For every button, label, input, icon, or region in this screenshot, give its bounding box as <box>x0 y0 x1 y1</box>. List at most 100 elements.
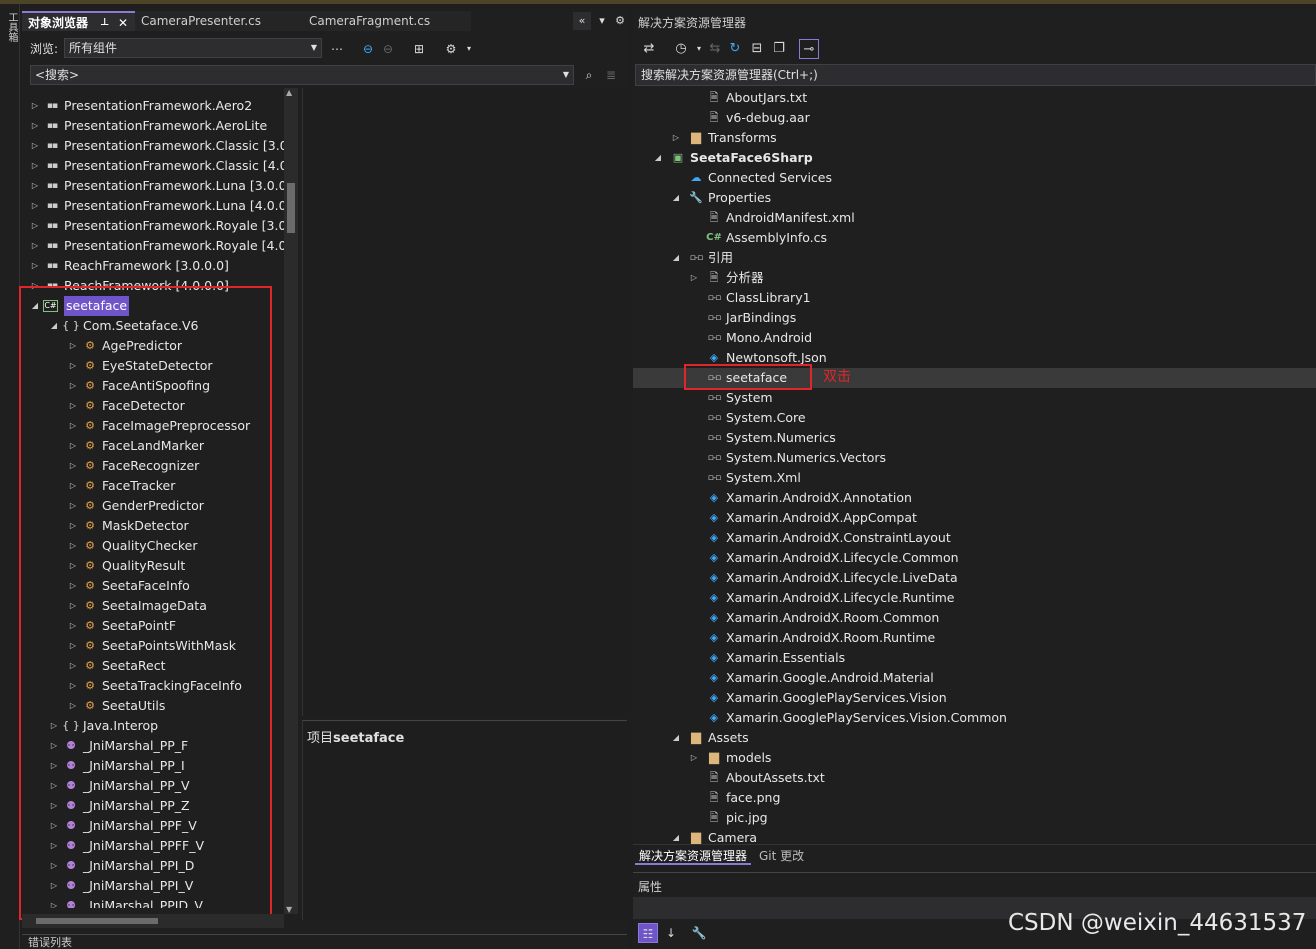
tab-camera-presenter[interactable]: CameraPresenter.cs <box>135 11 303 31</box>
scroll-thumb[interactable] <box>36 918 158 924</box>
solution-tree-item[interactable]: C# AssemblyInfo.cs <box>633 228 1316 248</box>
annotation-box <box>19 286 272 920</box>
expand-arrow-icon[interactable]: ▷ <box>30 156 40 176</box>
toolbox-strip[interactable]: 工具箱 <box>0 4 20 949</box>
expand-arrow-icon[interactable]: ▷ <box>30 196 40 216</box>
expand-arrow-icon[interactable]: ▷ <box>689 268 699 288</box>
solution-tree-item[interactable]: ▫-▫ System.Numerics <box>633 428 1316 448</box>
solution-tree-item[interactable]: 🗎 pic.jpg <box>633 808 1316 828</box>
browse-row: 浏览: 所有组件 ▼ ⋯ ⊖ ⊖ ⊞ ⚙ ▾ <box>22 36 627 60</box>
expand-arrow-icon[interactable]: ▷ <box>689 748 699 768</box>
show-all-files-icon[interactable]: ❐ <box>769 39 789 59</box>
browse-dropdown[interactable]: 所有组件 ▼ <box>64 38 322 58</box>
tree-horizontal-scrollbar[interactable] <box>22 914 284 928</box>
tree-vertical-scrollbar[interactable]: ▲ ▼ <box>284 88 298 914</box>
solution-tree-item[interactable]: ◈ Xamarin.AndroidX.Lifecycle.LiveData <box>633 568 1316 588</box>
refresh-icon[interactable]: ↻ <box>725 39 745 59</box>
property-pages-icon[interactable]: 🔧 <box>689 923 709 943</box>
solution-tree-item[interactable]: ▷ ▆ Transforms <box>633 128 1316 148</box>
solution-tree-item[interactable]: ▫-▫ System.Core <box>633 408 1316 428</box>
close-icon[interactable]: ✕ <box>118 13 128 33</box>
back-icon[interactable]: ⊖ <box>359 40 377 58</box>
expand-arrow-icon[interactable]: ▷ <box>30 116 40 136</box>
solution-tree-item[interactable]: ▫-▫ JarBindings <box>633 308 1316 328</box>
error-list-panel[interactable]: 错误列表 <box>22 934 627 949</box>
hierarchy-icon[interactable]: ⊞ <box>410 40 428 58</box>
solution-tree-item[interactable]: ◢ ▆ Assets <box>633 728 1316 748</box>
solution-tree-item[interactable]: ◈ Xamarin.AndroidX.ConstraintLayout <box>633 528 1316 548</box>
solution-tree-item[interactable]: ▷ ▆ models <box>633 748 1316 768</box>
tree-item-label: PresentationFramework.Classic [3.0.0.0] <box>64 138 284 153</box>
pin-icon[interactable]: ⊥ <box>100 13 109 33</box>
settings-icon[interactable]: ⚙ <box>442 40 460 58</box>
collapse-arrow-icon[interactable]: ◢ <box>653 148 663 168</box>
categorized-icon[interactable]: ☷ <box>638 923 658 943</box>
tab-overflow-icon[interactable]: « <box>573 12 591 30</box>
solution-tree-item[interactable]: 🗎 AboutAssets.txt <box>633 768 1316 788</box>
expand-arrow-icon[interactable]: ▷ <box>30 176 40 196</box>
switch-views-icon[interactable]: ⇄ <box>639 39 659 59</box>
solution-tree-item[interactable]: ◈ Xamarin.Essentials <box>633 648 1316 668</box>
chevron-down-icon[interactable]: ▾ <box>460 40 478 58</box>
solution-tree-item[interactable]: 🗎 AndroidManifest.xml <box>633 208 1316 228</box>
search-icon[interactable]: ⌕ <box>580 66 598 84</box>
assembly-icon: ▪▪ <box>46 101 58 111</box>
solution-tree-item[interactable]: ◈ Xamarin.AndroidX.AppCompat <box>633 508 1316 528</box>
solution-tree-item[interactable]: ◈ Xamarin.AndroidX.Room.Common <box>633 608 1316 628</box>
solution-tree-item[interactable]: ▫-▫ System.Numerics.Vectors <box>633 448 1316 468</box>
solution-tree-item[interactable]: ◈ Xamarin.Google.Android.Material <box>633 668 1316 688</box>
solution-tree-item[interactable]: ◈ Xamarin.GooglePlayServices.Vision.Commo… <box>633 708 1316 728</box>
collapse-arrow-icon[interactable]: ◢ <box>671 728 681 748</box>
clear-search-icon[interactable]: ≣ <box>602 66 620 84</box>
expand-arrow-icon[interactable]: ▷ <box>30 96 40 116</box>
collapse-all-icon[interactable]: ⊟ <box>747 39 767 59</box>
solution-tree-item[interactable]: ▫-▫ System.Xml <box>633 468 1316 488</box>
expand-arrow-icon[interactable]: ▷ <box>30 256 40 276</box>
tab-object-browser[interactable]: 对象浏览器 ⊥ ✕ <box>22 11 136 31</box>
expand-arrow-icon[interactable]: ▷ <box>30 216 40 236</box>
solution-tree-item[interactable]: ◈ Xamarin.AndroidX.Annotation <box>633 488 1316 508</box>
solution-tree-item[interactable]: ◈ Xamarin.AndroidX.Lifecycle.Common <box>633 548 1316 568</box>
object-search-input[interactable]: <搜索> ▼ <box>30 65 574 85</box>
solution-tree-item[interactable]: ▫-▫ Mono.Android <box>633 328 1316 348</box>
reference-icon: ▫-▫ <box>707 473 721 483</box>
scroll-thumb[interactable] <box>287 183 295 233</box>
solution-tree-item[interactable]: 🗎 face.png <box>633 788 1316 808</box>
solution-tree-item[interactable]: 🗎 v6-debug.aar <box>633 108 1316 128</box>
solution-tree-item-label: pic.jpg <box>726 810 768 825</box>
solution-tree-item[interactable]: ◈ Xamarin.AndroidX.Lifecycle.Runtime <box>633 588 1316 608</box>
sync-icon[interactable]: ⇆ <box>705 39 725 59</box>
expand-arrow-icon[interactable]: ▷ <box>30 236 40 256</box>
tab-camera-fragment[interactable]: CameraFragment.cs <box>303 11 471 31</box>
solution-tree-item[interactable]: ◈ Xamarin.AndroidX.Room.Runtime <box>633 628 1316 648</box>
tab-solution-explorer[interactable]: 解决方案资源管理器 <box>635 847 752 865</box>
expand-arrow-icon[interactable]: ▷ <box>671 128 681 148</box>
chevron-down-icon[interactable]: ▾ <box>593 12 611 30</box>
solution-tree-item[interactable]: ▷ 🗎 分析器 <box>633 268 1316 288</box>
solution-tree-item[interactable]: ◈ Xamarin.GooglePlayServices.Vision <box>633 688 1316 708</box>
toolbox-label[interactable]: 工具箱 <box>4 12 19 42</box>
solution-tree-item-label: Mono.Android <box>726 330 813 345</box>
expand-arrow-icon[interactable]: ▷ <box>30 136 40 156</box>
preview-selected-icon[interactable]: ⊸ <box>799 39 819 59</box>
tab-git-changes[interactable]: Git 更改 <box>755 847 808 865</box>
collapse-arrow-icon[interactable]: ◢ <box>671 248 681 268</box>
object-browser-panel: 对象浏览器 ⊥ ✕ CameraPresenter.cs CameraFragm… <box>19 8 629 933</box>
solution-tree-item[interactable]: ☁ Connected Services <box>633 168 1316 188</box>
solution-tree-item[interactable]: ▫-▫ System <box>633 388 1316 408</box>
solution-tree-item[interactable]: ▫-▫ ClassLibrary1 <box>633 288 1316 308</box>
solution-tree-item[interactable]: ◢ ▣ SeetaFace6Sharp <box>633 148 1316 168</box>
more-icon[interactable]: ⋯ <box>328 40 346 58</box>
solution-tree: 🗎 AboutJars.txt 🗎 v6-debug.aar ▷ ▆ Transforms ◢… <box>633 88 1316 848</box>
solution-tree-item[interactable]: 🗎 AboutJars.txt <box>633 88 1316 108</box>
collapse-arrow-icon[interactable]: ◢ <box>671 188 681 208</box>
solution-tree-item[interactable]: ◢ ▫-▫ 引用 <box>633 248 1316 268</box>
scroll-down-icon[interactable]: ▼ <box>286 905 292 914</box>
solution-search-input[interactable]: 搜索解决方案资源管理器(Ctrl+;) <box>635 64 1316 86</box>
solution-tree-item[interactable]: ◢ 🔧 Properties <box>633 188 1316 208</box>
pending-changes-icon[interactable]: ◷ <box>671 39 691 59</box>
alphabetical-icon[interactable]: ↓ <box>661 923 681 943</box>
scroll-up-icon[interactable]: ▲ <box>286 88 292 97</box>
forward-icon[interactable]: ⊖ <box>379 40 397 58</box>
gear-icon[interactable]: ⚙ <box>611 12 629 30</box>
